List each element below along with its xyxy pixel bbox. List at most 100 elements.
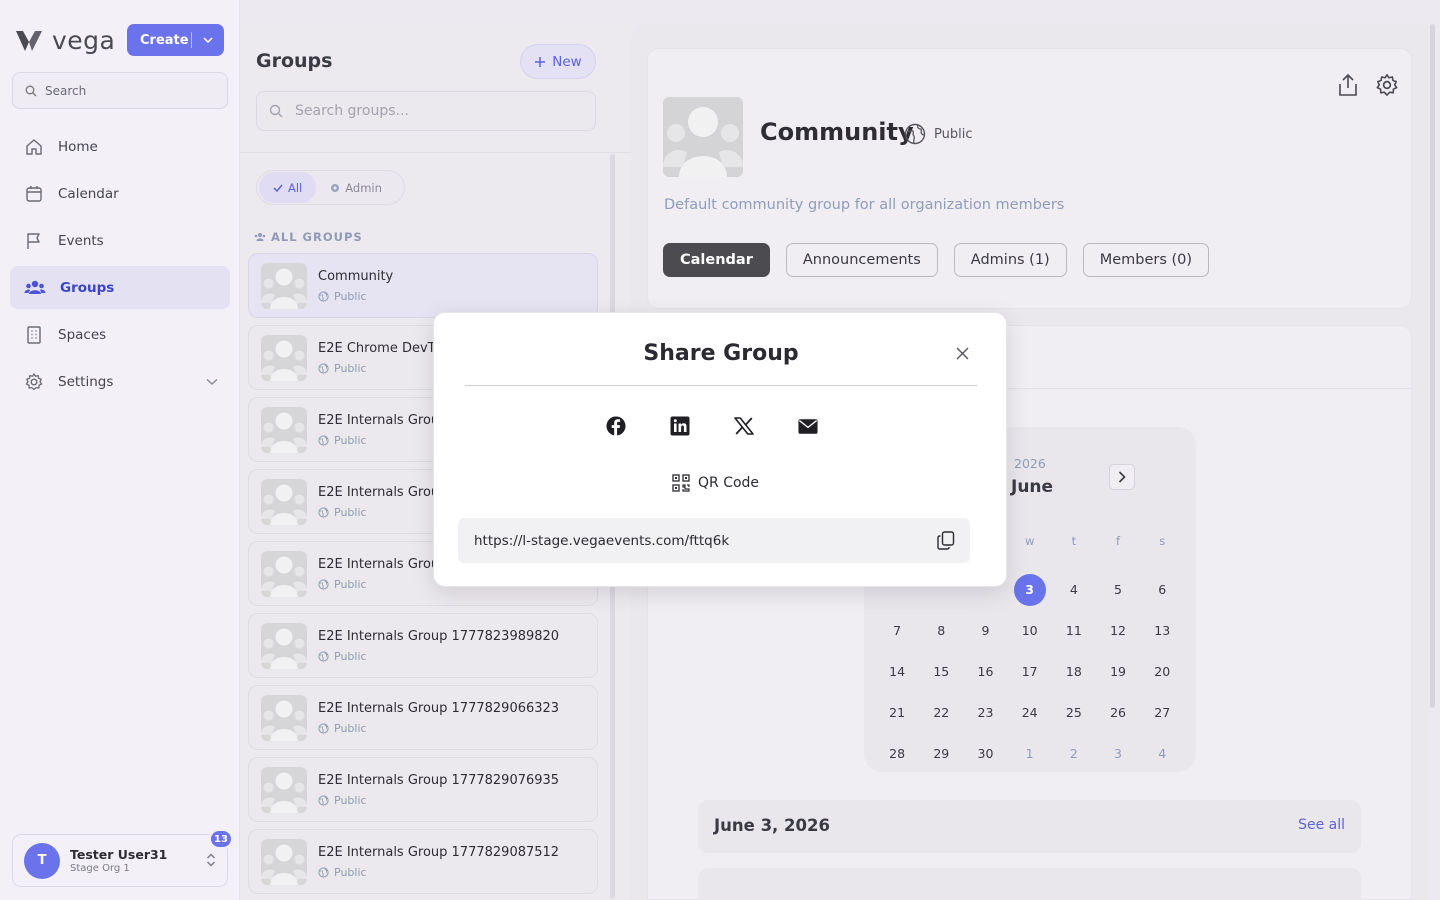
calendar-day[interactable]: 4 <box>1140 733 1184 774</box>
visibility-badge: Public <box>904 123 972 145</box>
calendar-day[interactable]: 23 <box>963 692 1007 733</box>
sidebar-search-input[interactable] <box>45 83 215 98</box>
calendar-day[interactable]: 3 <box>1096 733 1140 774</box>
groups-search-input[interactable] <box>295 103 575 119</box>
calendar-day[interactable]: 21 <box>875 692 919 733</box>
notification-badge[interactable]: 13 <box>209 829 233 849</box>
share-link-field[interactable]: https://l-stage.vegaevents.com/fttq6k <box>458 518 970 563</box>
vega-logo[interactable]: vega <box>14 26 115 55</box>
group-list-item[interactable]: Community Public <box>248 253 598 318</box>
selected-date: June 3, 2026 <box>714 816 830 835</box>
see-all-link[interactable]: See all <box>1298 817 1345 833</box>
group-list-item[interactable]: E2E Internals Group 1777823989820 Public <box>248 613 598 678</box>
weekday-label: f <box>1116 534 1121 548</box>
email-icon[interactable] <box>798 414 818 438</box>
nav-item-groups[interactable]: Groups <box>10 266 230 309</box>
calendar-day[interactable]: 5 <box>1096 569 1140 610</box>
close-icon[interactable] <box>954 345 970 361</box>
x-icon[interactable] <box>734 414 754 438</box>
gear-icon[interactable] <box>1375 73 1399 97</box>
calendar-year: 2026 <box>1014 456 1046 471</box>
create-button[interactable]: Create <box>127 24 224 56</box>
group-visibility-label: Public <box>334 649 367 663</box>
new-group-button[interactable]: New <box>520 44 596 79</box>
calendar-day[interactable]: 7 <box>875 610 919 651</box>
group-name: E2E Internals Group 1777823989820 <box>318 628 560 644</box>
group-visibility: Public <box>318 578 439 591</box>
group-visibility-label: Public <box>334 721 367 735</box>
group-header-card: Community Public Default community group… <box>647 48 1412 309</box>
group-visibility: Public <box>318 434 439 447</box>
main-nav: Home Calendar Events Groups Spaces Setti… <box>10 125 230 407</box>
calendar-day[interactable]: 15 <box>919 651 963 692</box>
calendar-day[interactable]: 4 <box>1052 569 1096 610</box>
qr-code-button[interactable]: QR Code <box>672 474 759 492</box>
facebook-icon[interactable] <box>606 414 626 438</box>
share-icon[interactable] <box>1338 73 1358 97</box>
app-name: vega <box>52 26 116 55</box>
groups-search[interactable] <box>256 91 596 131</box>
new-group-label: New <box>552 53 582 70</box>
calendar-day[interactable]: 28 <box>875 733 919 774</box>
chevron-down-icon[interactable] <box>206 378 218 386</box>
tab-admins[interactable]: Admins (1) <box>953 243 1067 277</box>
calendar-day-selected[interactable]: 3 <box>1008 569 1052 610</box>
avatar: T <box>24 842 60 879</box>
user-menu[interactable]: T Tester User31 Stage Org 1 <box>12 834 228 887</box>
filter-admin[interactable]: Admin <box>316 172 396 203</box>
calendar-day[interactable]: 24 <box>1008 692 1052 733</box>
calendar-day[interactable]: 6 <box>1140 569 1184 610</box>
calendar-day[interactable]: 17 <box>1008 651 1052 692</box>
group-list-item[interactable]: E2E Internals Group 1777829087512 Public <box>248 829 598 894</box>
copy-icon[interactable] <box>937 531 955 550</box>
globe-icon <box>318 506 329 518</box>
calendar-day[interactable]: 20 <box>1140 651 1184 692</box>
calendar-day[interactable]: 13 <box>1140 610 1184 651</box>
chevron-up-down-icon[interactable] <box>206 852 216 868</box>
calendar-day[interactable]: 22 <box>919 692 963 733</box>
nav-item-spaces[interactable]: Spaces <box>10 313 230 356</box>
divider <box>240 152 631 153</box>
calendar-day[interactable]: 14 <box>875 651 919 692</box>
group-avatar <box>261 334 307 381</box>
calendar-icon <box>26 185 42 202</box>
calendar-day[interactable]: 8 <box>919 610 963 651</box>
globe-icon <box>318 290 329 302</box>
nav-item-settings[interactable]: Settings <box>10 360 230 403</box>
calendar-day[interactable]: 9 <box>963 610 1007 651</box>
tab-calendar[interactable]: Calendar <box>663 243 770 277</box>
globe-icon <box>318 362 329 374</box>
calendar-day[interactable]: 29 <box>919 733 963 774</box>
calendar-day[interactable]: 27 <box>1140 692 1184 733</box>
calendar-day[interactable]: 26 <box>1096 692 1140 733</box>
tab-members[interactable]: Members (0) <box>1082 243 1210 277</box>
next-month-button[interactable] <box>1109 464 1135 490</box>
calendar-day[interactable]: 19 <box>1096 651 1140 692</box>
calendar-day[interactable]: 11 <box>1052 610 1096 651</box>
calendar-day[interactable]: 1 <box>1008 733 1052 774</box>
chevron-down-icon[interactable] <box>192 37 224 43</box>
linkedin-icon[interactable] <box>670 414 690 438</box>
group-list-item[interactable]: E2E Internals Group 1777829066323 Public <box>248 685 598 750</box>
filter-all[interactable]: All <box>259 172 317 203</box>
weekday-label: w <box>1024 534 1035 548</box>
sidebar-search[interactable] <box>12 72 228 109</box>
group-name: E2E Internals Group 1777829076935 <box>318 772 560 788</box>
calendar-day[interactable]: 30 <box>963 733 1007 774</box>
calendar-day[interactable]: 10 <box>1008 610 1052 651</box>
share-link-text: https://l-stage.vegaevents.com/fttq6k <box>474 532 730 549</box>
nav-item-label: Groups <box>60 279 115 296</box>
calendar-day[interactable]: 25 <box>1052 692 1096 733</box>
group-name: E2E Internals Grou <box>318 412 440 428</box>
calendar-day[interactable]: 16 <box>963 651 1007 692</box>
tab-announcements[interactable]: Announcements <box>785 243 938 277</box>
calendar-day[interactable]: 2 <box>1052 733 1096 774</box>
nav-item-calendar[interactable]: Calendar <box>10 172 230 215</box>
detail-scrollbar[interactable] <box>1430 24 1435 708</box>
calendar-day[interactable]: 12 <box>1096 610 1140 651</box>
group-title: Community <box>760 118 914 146</box>
calendar-day[interactable]: 18 <box>1052 651 1096 692</box>
group-list-item[interactable]: E2E Internals Group 1777829076935 Public <box>248 757 598 822</box>
nav-item-events[interactable]: Events <box>10 219 230 262</box>
nav-item-home[interactable]: Home <box>10 125 230 168</box>
